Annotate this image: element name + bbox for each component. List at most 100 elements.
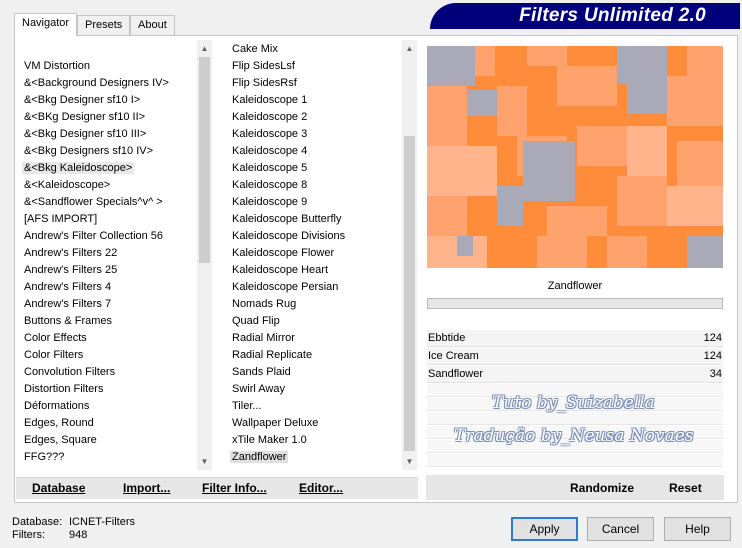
list-item[interactable]: [AFS IMPORT]: [20, 211, 196, 228]
list-item[interactable]: Déformations: [20, 398, 196, 415]
list-item[interactable]: VM Distortion: [20, 58, 196, 75]
list-item[interactable]: Kaleidoscope 8: [228, 177, 402, 194]
list-item-label: Kaleidoscope Flower: [232, 247, 335, 259]
tab-presets[interactable]: Presets: [77, 15, 131, 35]
list-item[interactable]: Kaleidoscope 4: [228, 143, 402, 160]
tab-navigator[interactable]: Navigator: [14, 13, 78, 36]
list-item[interactable]: Sands Plaid: [228, 364, 402, 381]
list-item-label: Kaleidoscope 9: [232, 196, 308, 208]
scroll-up-icon[interactable]: ▲: [402, 40, 417, 57]
param-label: Sandflower: [428, 368, 484, 380]
list-item[interactable]: Tiler...: [228, 398, 402, 415]
list-item[interactable]: xTile Maker 1.0: [228, 432, 402, 449]
filter-scrollbar[interactable]: ▲ ▼: [402, 40, 417, 470]
list-item[interactable]: &<Bkg Designer sf10 I>: [20, 92, 196, 109]
category-scrollbar[interactable]: ▲ ▼: [197, 40, 212, 470]
list-item-label: Andrew's Filters 7: [24, 298, 112, 310]
editor-button[interactable]: Editor...: [299, 478, 343, 498]
list-item[interactable]: Andrew's Filters 25: [20, 262, 196, 279]
scroll-thumb[interactable]: [404, 136, 415, 451]
param-row[interactable]: Sandflower 34: [427, 366, 723, 383]
list-item[interactable]: &<Bkg Kaleidoscope>: [20, 160, 196, 177]
list-item-label: Andrew's Filter Collection 56: [24, 230, 164, 242]
preview-tile: [427, 86, 467, 146]
list-item[interactable]: Wallpaper Deluxe: [228, 415, 402, 432]
list-item[interactable]: &<Sandflower Specials^v^ >: [20, 194, 196, 211]
scroll-up-icon[interactable]: ▲: [197, 40, 212, 57]
list-item[interactable]: &<Bkg Designer sf10 III>: [20, 126, 196, 143]
randomize-button[interactable]: Randomize: [570, 478, 634, 498]
list-item[interactable]: Color Filters: [20, 347, 196, 364]
list-item-label: Radial Mirror: [232, 332, 295, 344]
tab-about[interactable]: About: [130, 15, 175, 35]
reset-button[interactable]: Reset: [669, 478, 702, 498]
preview-tile: [523, 141, 575, 201]
preview-image: [427, 46, 723, 268]
preview-tile: [667, 186, 723, 226]
list-item[interactable]: Swirl Away: [228, 381, 402, 398]
list-item[interactable]: Flip SidesLsf: [228, 58, 402, 75]
list-item[interactable]: Radial Mirror: [228, 330, 402, 347]
param-row[interactable]: Ebbtide 124: [427, 330, 723, 347]
filter-info-button[interactable]: Filter Info...: [202, 478, 267, 498]
list-item[interactable]: Quad Flip: [228, 313, 402, 330]
preview-tile: [617, 176, 667, 226]
list-item[interactable]: Flip SidesRsf: [228, 75, 402, 92]
list-item[interactable]: &<Bkg Designers sf10 IV>: [20, 143, 196, 160]
scroll-down-icon[interactable]: ▼: [197, 453, 212, 470]
list-item-label: Cake Mix: [232, 43, 278, 55]
database-button[interactable]: Database: [32, 478, 85, 498]
list-item[interactable]: Color Effects: [20, 330, 196, 347]
list-item[interactable]: Edges, Round: [20, 415, 196, 432]
help-button[interactable]: Help: [664, 517, 731, 541]
list-item[interactable]: Kaleidoscope Divisions: [228, 228, 402, 245]
list-item-label: Color Filters: [24, 349, 84, 361]
list-item-label: &<BKg Designer sf10 II>: [24, 111, 146, 123]
list-item-label: Kaleidoscope 8: [232, 179, 308, 191]
filter-list[interactable]: Cake Mix Flip SidesLsf Flip SidesRsf Kaleid…: [228, 40, 402, 470]
scroll-thumb[interactable]: [199, 57, 210, 263]
list-item[interactable]: Nomads Rug: [228, 296, 402, 313]
list-item[interactable]: &<Kaleidoscope>: [20, 177, 196, 194]
list-item-label: Color Effects: [24, 332, 87, 344]
preview-tile: [677, 141, 723, 186]
list-item[interactable]: Andrew's Filters 7: [20, 296, 196, 313]
list-item[interactable]: &<BKg Designer sf10 II>: [20, 109, 196, 126]
list-item[interactable]: Kaleidoscope 2: [228, 109, 402, 126]
filters-count-label: Filters:: [12, 529, 45, 541]
list-item[interactable]: Andrew's Filters 22: [20, 245, 196, 262]
list-item[interactable]: Kaleidoscope 3: [228, 126, 402, 143]
list-item[interactable]: FFG???: [20, 449, 196, 466]
list-item[interactable]: Distortion Filters: [20, 381, 196, 398]
list-item[interactable]: &<Background Designers IV>: [20, 75, 196, 92]
app-title-banner: Filters Unlimited 2.0: [430, 3, 740, 29]
list-item[interactable]: Kaleidoscope Heart: [228, 262, 402, 279]
param-row[interactable]: Ice Cream 124: [427, 348, 723, 365]
list-item[interactable]: Edges, Square: [20, 432, 196, 449]
list-item[interactable]: Convolution Filters: [20, 364, 196, 381]
list-item[interactable]: Kaleidoscope 5: [228, 160, 402, 177]
list-item[interactable]: Andrew's Filters 4: [20, 279, 196, 296]
import-button[interactable]: Import...: [123, 478, 170, 498]
list-item-label: Kaleidoscope Persian: [232, 281, 339, 293]
param-value: 124: [703, 332, 722, 344]
list-item[interactable]: Kaleidoscope Flower: [228, 245, 402, 262]
list-item[interactable]: Kaleidoscope 9: [228, 194, 402, 211]
list-item-label: &<Bkg Designer sf10 I>: [24, 94, 141, 106]
list-item[interactable]: Zandflower: [228, 449, 402, 466]
scroll-down-icon[interactable]: ▼: [402, 453, 417, 470]
preview-tile: [667, 76, 723, 126]
param-value: 124: [703, 350, 722, 362]
list-item[interactable]: Cake Mix: [228, 41, 402, 58]
list-item-label: [AFS IMPORT]: [24, 213, 98, 225]
preview-tile: [427, 196, 467, 236]
cancel-button[interactable]: Cancel: [587, 517, 654, 541]
list-item[interactable]: Kaleidoscope Persian: [228, 279, 402, 296]
list-item[interactable]: Andrew's Filter Collection 56: [20, 228, 196, 245]
list-item[interactable]: Buttons & Frames: [20, 313, 196, 330]
apply-button[interactable]: Apply: [511, 517, 578, 541]
list-item[interactable]: Radial Replicate: [228, 347, 402, 364]
category-list[interactable]: VM Distortion &<Background Designers IV> &…: [20, 40, 196, 470]
list-item[interactable]: Kaleidoscope Butterfly: [228, 211, 402, 228]
list-item[interactable]: Kaleidoscope 1: [228, 92, 402, 109]
